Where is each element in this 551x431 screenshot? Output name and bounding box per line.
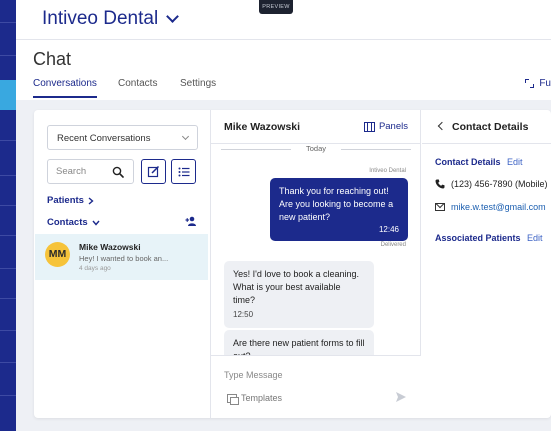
page-header: Chat Conversations Contacts Settings Fu [16,40,551,100]
nav-divider [0,22,16,23]
email-row: mike.w.test@gmail.com [435,202,546,212]
page-title: Chat [33,49,72,69]
dropdown-value: Recent Conversations [57,133,151,144]
edit-contact-link[interactable]: Edit [507,157,523,167]
panels-label: Panels [378,121,408,132]
conversation-name: Mike Wazowski [79,242,141,252]
nav-divider [0,55,16,56]
nav-divider [0,395,16,396]
conversation-filter-dropdown[interactable]: Recent Conversations [47,125,198,150]
contact-details-section: Contact Details Edit [435,157,523,167]
mail-icon [435,203,445,211]
phone-number: (123) 456-7890 (Mobile) [451,179,548,189]
conversation-time: 4 days ago [79,265,111,272]
nav-divider [0,205,16,206]
tab-settings[interactable]: Settings [180,78,216,98]
add-contact-icon[interactable] [185,216,197,226]
list-icon [178,167,189,176]
message-time: 12:50 [233,310,254,319]
chevron-down-icon [181,132,190,141]
top-bar: Intiveo Dental PREVIEW [16,0,551,40]
templates-label: Templates [241,393,283,403]
outgoing-message-bubble: Thank you for reaching out! Are you look… [270,178,408,241]
message-input[interactable] [224,370,384,380]
patients-section-toggle[interactable]: Patients [47,195,94,206]
fullscreen-button[interactable]: Fu [525,78,551,89]
nav-divider [0,235,16,236]
practice-selector[interactable]: Intiveo Dental [42,8,180,30]
tab-contacts[interactable]: Contacts [118,78,157,98]
avatar: MM [45,242,70,267]
patients-label: Patients [47,195,84,206]
templates-button[interactable]: Templates [227,393,283,405]
message-text: Yes! I'd love to book a cleaning. What i… [233,269,359,305]
details-title: Contact Details [452,121,529,133]
tab-conversations[interactable]: Conversations [33,78,97,98]
chevron-down-icon [166,9,180,23]
nav-divider [0,298,16,299]
message-time: 12:46 [378,225,399,234]
chevron-right-icon [88,196,94,205]
conversation-preview: Hey! I wanted to book an... [79,254,169,263]
details-header: Contact Details [422,110,551,144]
preview-badge: PREVIEW [259,0,293,14]
phone-icon [435,179,445,189]
list-view-button[interactable] [171,159,196,184]
day-divider-label: Today [305,144,326,153]
search-icon[interactable] [112,166,124,178]
chat-card: Recent Conversations Search Patients Con… [34,110,551,418]
chevron-down-icon [92,220,100,226]
message-status: Delivered [380,242,406,248]
panels-icon [363,121,375,132]
chat-thread-panel: Mike Wazowski Panels Today Intiveo Denta… [211,110,421,418]
divider-line [341,149,411,150]
nav-divider [0,268,16,269]
contact-details-label: Contact Details [435,157,501,167]
chat-contact-name: Mike Wazowski [224,121,301,133]
back-chevron-icon[interactable] [437,121,447,131]
edit-associated-patients-link[interactable]: Edit [527,233,543,243]
send-icon[interactable] [395,391,407,403]
incoming-message-bubble: Yes! I'd love to book a cleaning. What i… [224,261,374,328]
nav-item-chat-active[interactable] [0,80,16,110]
contact-details-panel: Contact Details Contact Details Edit (12… [422,110,551,418]
email-link[interactable]: mike.w.test@gmail.com [451,202,546,212]
nav-divider [0,140,16,141]
divider-line [221,149,291,150]
associated-patients-label: Associated Patients [435,233,521,243]
search-field [47,159,134,184]
nav-divider [0,330,16,331]
contacts-section-toggle[interactable]: Contacts [47,217,100,228]
phone-row: (123) 456-7890 (Mobile) [435,179,548,189]
contacts-label: Contacts [47,217,88,228]
associated-patients-section: Associated Patients Edit [435,233,543,243]
left-nav-rail [0,0,16,431]
message-composer: Templates [211,355,421,418]
compose-icon [147,165,160,178]
nav-divider [0,175,16,176]
templates-icon [227,393,239,405]
nav-divider [0,362,16,363]
message-sender-label: Intiveo Dental [369,168,406,174]
chat-header: Mike Wazowski Panels [211,110,421,144]
conversation-list-item[interactable]: MM Mike Wazowski Hey! I wanted to book a… [35,234,208,280]
practice-name: Intiveo Dental [42,8,159,29]
expand-icon [525,79,535,88]
conversations-panel: Recent Conversations Search Patients Con… [34,110,211,418]
message-text: Thank you for reaching out! Are you look… [279,186,394,222]
fullscreen-label: Fu [539,78,551,89]
search-input[interactable] [48,160,108,183]
new-message-button[interactable] [141,159,166,184]
day-divider: Today [221,143,411,155]
panels-button[interactable]: Panels [363,121,408,132]
